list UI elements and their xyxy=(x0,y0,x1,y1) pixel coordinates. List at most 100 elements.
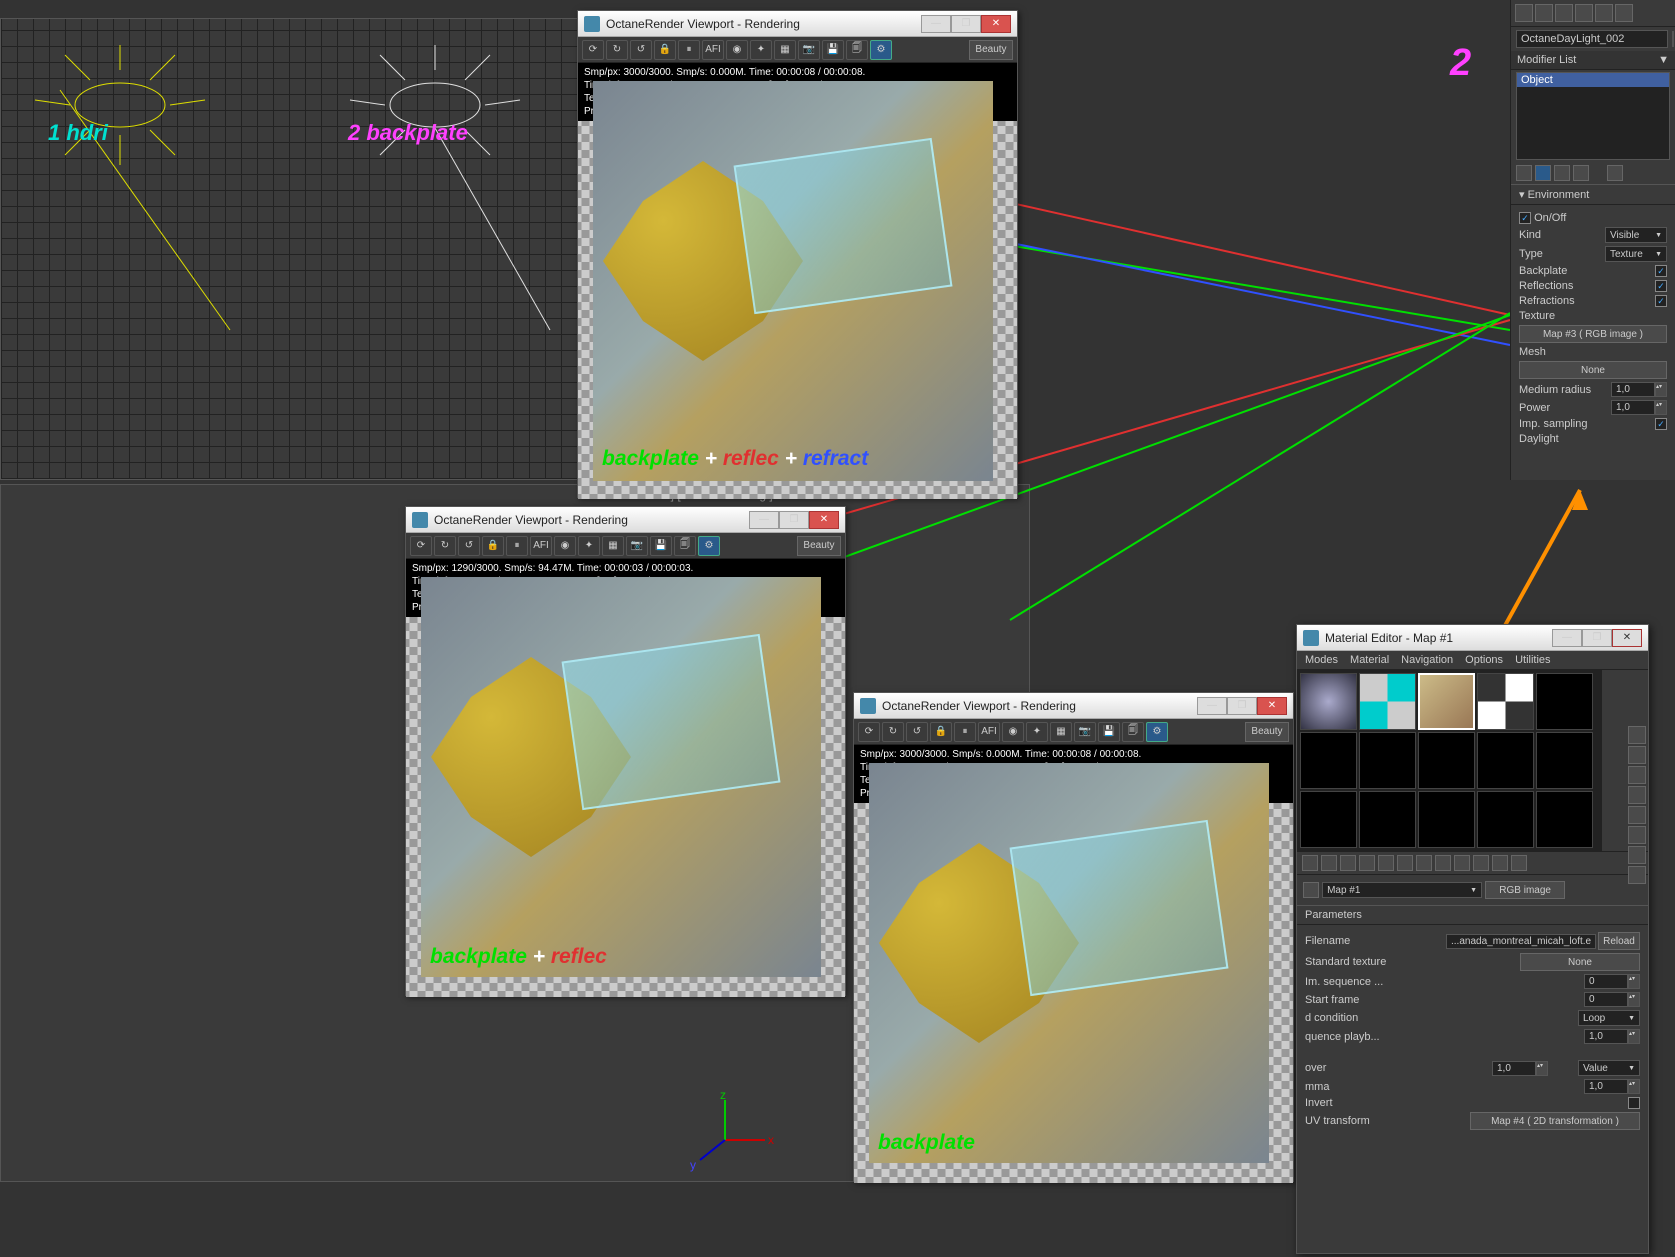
pause-icon[interactable]: ⏸ xyxy=(506,536,528,556)
close-button[interactable]: ✕ xyxy=(809,511,839,529)
sample-uv-icon[interactable] xyxy=(1628,786,1646,804)
pass-dropdown[interactable]: Beauty xyxy=(1245,722,1289,742)
make-unique-icon[interactable] xyxy=(1554,165,1570,181)
imseq-spinner[interactable] xyxy=(1584,974,1628,989)
configure-icon[interactable] xyxy=(1607,165,1623,181)
material-slot[interactable] xyxy=(1300,673,1357,730)
options-icon[interactable] xyxy=(1628,826,1646,844)
settings-icon[interactable]: ⚙ xyxy=(1146,722,1168,742)
maximize-button[interactable]: ❐ xyxy=(1227,697,1257,715)
map-name-dropdown[interactable]: Map #1 xyxy=(1322,882,1482,898)
put-to-library-icon[interactable] xyxy=(1416,855,1432,871)
get-material-icon[interactable] xyxy=(1302,855,1318,871)
reload-icon[interactable]: ↻ xyxy=(434,536,456,556)
material-slot[interactable] xyxy=(1477,732,1534,789)
refresh-icon[interactable]: ⟳ xyxy=(410,536,432,556)
copy-icon[interactable]: 🗐 xyxy=(846,40,868,60)
motion-tab-icon[interactable] xyxy=(1575,4,1593,22)
menu-navigation[interactable]: Navigation xyxy=(1401,654,1453,666)
parameters-rollout[interactable]: Parameters xyxy=(1297,905,1648,925)
value-dropdown[interactable]: Value xyxy=(1578,1060,1640,1076)
titlebar[interactable]: Material Editor - Map #1 —❐✕ xyxy=(1297,625,1648,651)
pause-icon[interactable]: ⏸ xyxy=(678,40,700,60)
material-slot[interactable] xyxy=(1300,791,1357,848)
minimize-button[interactable]: — xyxy=(921,15,951,33)
video-check-icon[interactable] xyxy=(1628,806,1646,824)
background-icon[interactable] xyxy=(1628,766,1646,784)
material-slot[interactable] xyxy=(1536,732,1593,789)
material-slot[interactable] xyxy=(1536,791,1593,848)
refractions-checkbox[interactable]: ✓ xyxy=(1655,295,1667,307)
go-sibling-icon[interactable] xyxy=(1511,855,1527,871)
playback-spinner[interactable] xyxy=(1584,1029,1628,1044)
reset-icon[interactable]: ↺ xyxy=(458,536,480,556)
save-icon[interactable]: 💾 xyxy=(650,536,672,556)
hierarchy-tab-icon[interactable] xyxy=(1555,4,1573,22)
maximize-button[interactable]: ❐ xyxy=(1582,629,1612,647)
filename-input[interactable] xyxy=(1446,934,1596,949)
region-icon[interactable]: ▦ xyxy=(774,40,796,60)
medium-radius-spinner[interactable] xyxy=(1611,382,1655,397)
mat-id-icon[interactable] xyxy=(1435,855,1451,871)
material-slot[interactable] xyxy=(1359,791,1416,848)
focus-icon[interactable]: ✦ xyxy=(578,536,600,556)
afi-button[interactable]: AFI xyxy=(978,722,1000,742)
render-area[interactable]: backplate + reflec + refract xyxy=(578,121,1017,499)
pin-icon[interactable] xyxy=(1516,165,1532,181)
spinner-buttons[interactable]: ▴▾ xyxy=(1655,382,1667,397)
make-unique-icon[interactable] xyxy=(1397,855,1413,871)
lock-icon[interactable]: 🔒 xyxy=(654,40,676,60)
environment-rollout[interactable]: ▾ Environment xyxy=(1511,184,1675,205)
top-viewport[interactable] xyxy=(0,18,592,480)
material-slot[interactable] xyxy=(1300,732,1357,789)
invert-checkbox[interactable] xyxy=(1628,1097,1640,1109)
make-copy-icon[interactable] xyxy=(1378,855,1394,871)
kind-dropdown[interactable]: Visible xyxy=(1605,227,1667,243)
material-slot[interactable] xyxy=(1477,673,1534,730)
titlebar[interactable]: OctaneRender Viewport - Rendering —❐✕ xyxy=(406,507,845,533)
camera-icon[interactable]: 📷 xyxy=(798,40,820,60)
picker-icon[interactable]: ◉ xyxy=(554,536,576,556)
condition-dropdown[interactable]: Loop xyxy=(1578,1010,1640,1026)
lock-icon[interactable]: 🔒 xyxy=(930,722,952,742)
focus-icon[interactable]: ✦ xyxy=(750,40,772,60)
minimize-button[interactable]: — xyxy=(1197,697,1227,715)
copy-icon[interactable]: 🗐 xyxy=(1122,722,1144,742)
display-tab-icon[interactable] xyxy=(1595,4,1613,22)
region-icon[interactable]: ▦ xyxy=(1050,722,1072,742)
object-name-input[interactable] xyxy=(1516,30,1668,48)
bitmap-icon[interactable] xyxy=(1628,866,1646,884)
backplate-checkbox[interactable]: ✓ xyxy=(1655,265,1667,277)
menu-modes[interactable]: Modes xyxy=(1305,654,1338,666)
utilities-tab-icon[interactable] xyxy=(1615,4,1633,22)
region-icon[interactable]: ▦ xyxy=(602,536,624,556)
close-button[interactable]: ✕ xyxy=(981,15,1011,33)
octane-window-1[interactable]: OctaneRender Viewport - Rendering — ❐ ✕ … xyxy=(577,10,1018,498)
pick-icon[interactable] xyxy=(1303,882,1319,898)
color-swatch[interactable] xyxy=(1672,31,1674,47)
material-slot[interactable] xyxy=(1477,791,1534,848)
reflections-checkbox[interactable]: ✓ xyxy=(1655,280,1667,292)
mesh-button[interactable]: None xyxy=(1519,361,1667,379)
settings-icon[interactable]: ⚙ xyxy=(698,536,720,556)
create-tab-icon[interactable] xyxy=(1515,4,1533,22)
show-end-result-icon[interactable] xyxy=(1535,165,1551,181)
render-area[interactable]: backplate + reflec xyxy=(406,617,845,997)
save-icon[interactable]: 💾 xyxy=(822,40,844,60)
camera-icon[interactable]: 📷 xyxy=(626,536,648,556)
pause-icon[interactable]: ⏸ xyxy=(954,722,976,742)
picker-icon[interactable]: ◉ xyxy=(1002,722,1024,742)
octane-window-2[interactable]: OctaneRender Viewport - Rendering —❐✕ ⟳↻… xyxy=(405,506,846,996)
reload-icon[interactable]: ↻ xyxy=(606,40,628,60)
maximize-button[interactable]: ❐ xyxy=(951,15,981,33)
pass-dropdown[interactable]: Beauty xyxy=(969,40,1013,60)
picker-icon[interactable]: ◉ xyxy=(726,40,748,60)
menu-material[interactable]: Material xyxy=(1350,654,1389,666)
octane-window-3[interactable]: OctaneRender Viewport - Rendering —❐✕ ⟳↻… xyxy=(853,692,1294,1182)
material-slot[interactable] xyxy=(1359,732,1416,789)
reload-button[interactable]: Reload xyxy=(1598,932,1640,950)
select-by-mat-icon[interactable] xyxy=(1628,846,1646,864)
minimize-button[interactable]: — xyxy=(749,511,779,529)
render-area[interactable]: backplate xyxy=(854,803,1293,1183)
menu-options[interactable]: Options xyxy=(1465,654,1503,666)
